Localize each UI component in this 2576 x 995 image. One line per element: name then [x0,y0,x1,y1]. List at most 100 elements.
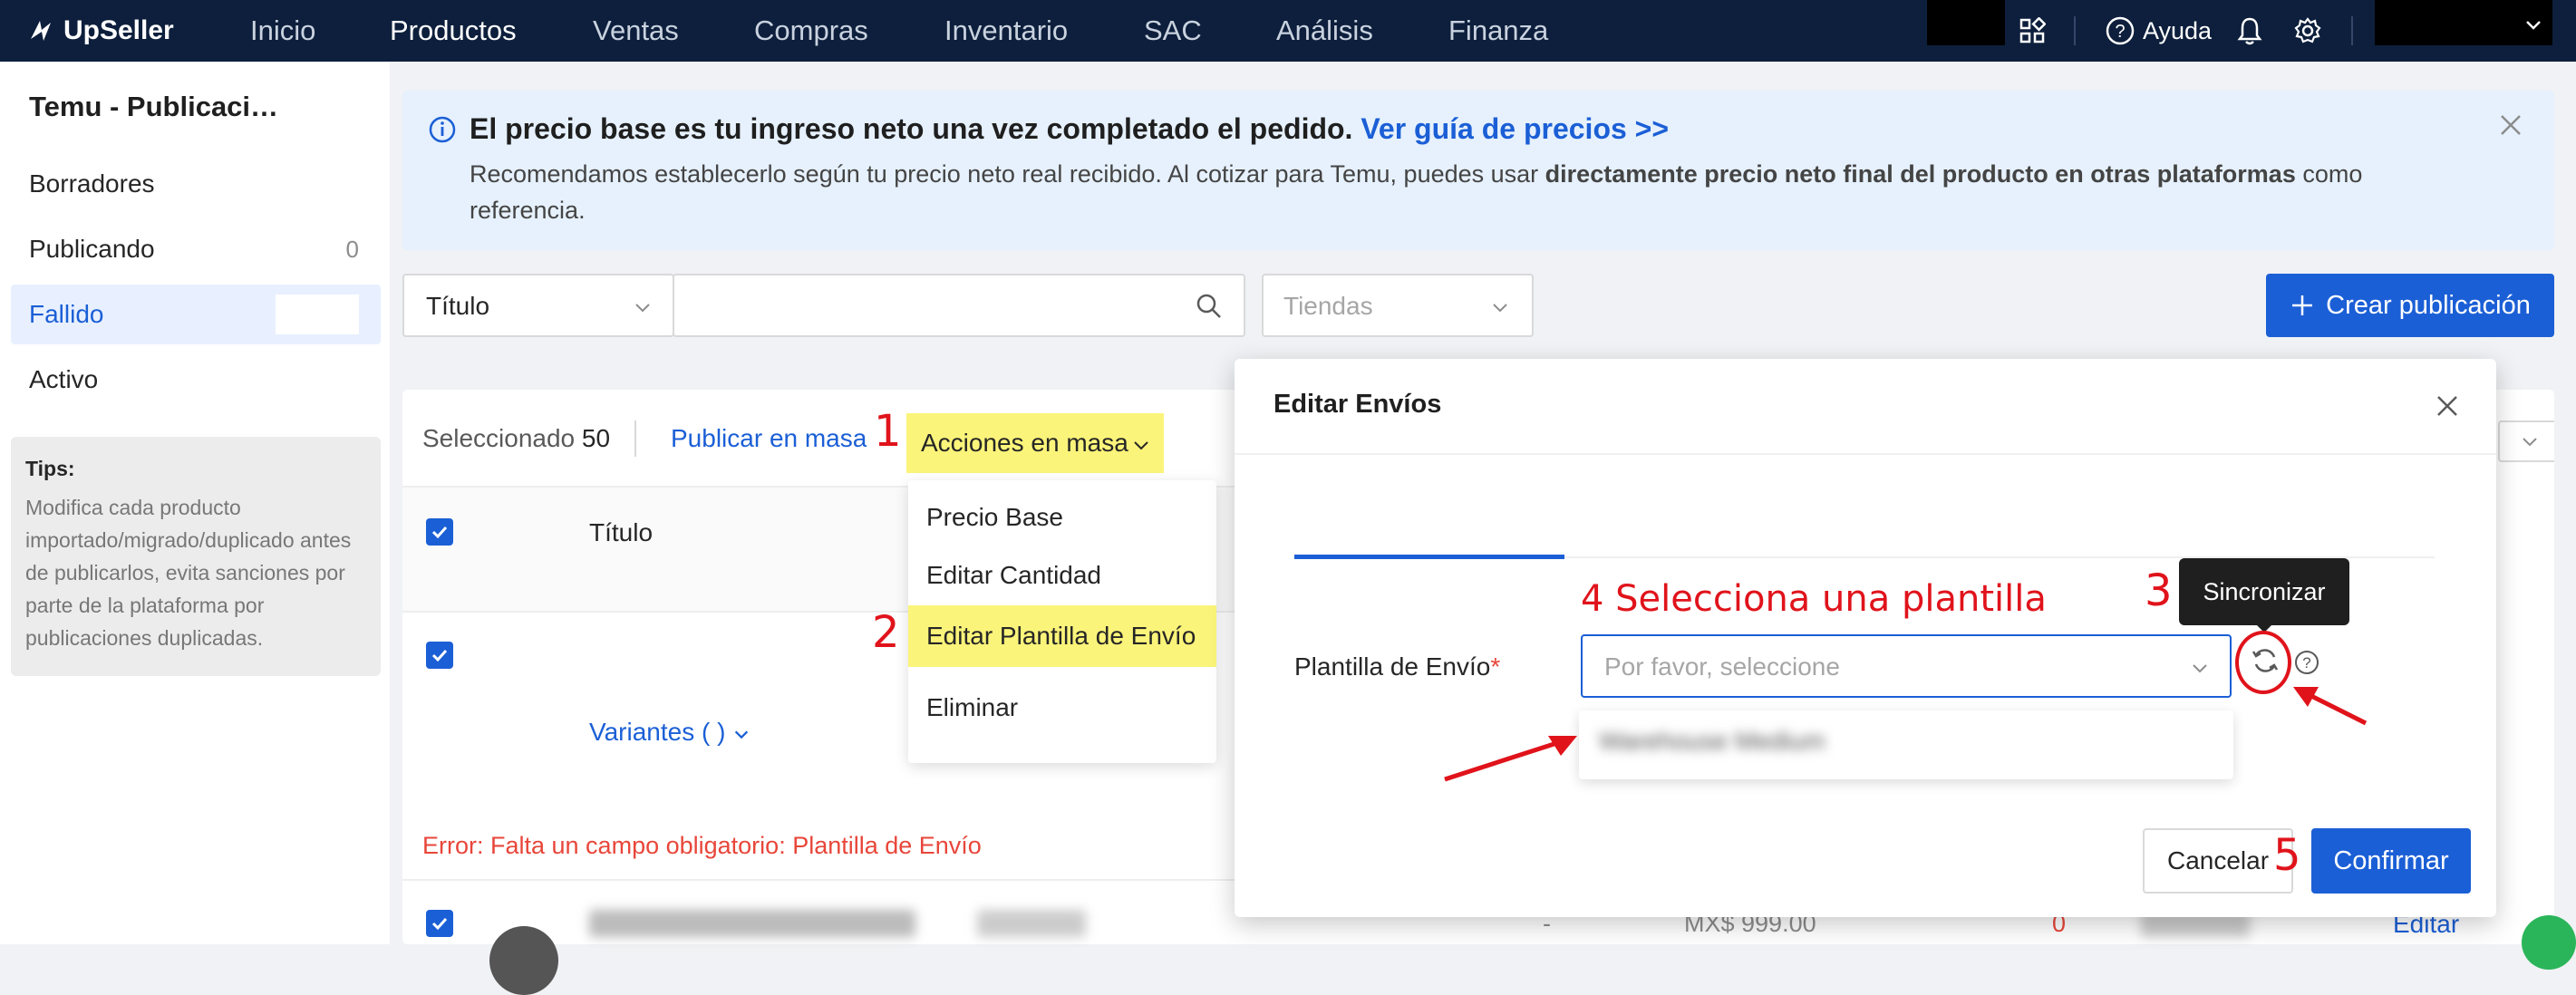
annotation-step-2: 2 [872,607,900,658]
sidebar-item-borradores[interactable]: Borradores [11,154,381,214]
search-icon[interactable] [1195,292,1224,321]
apps-grid-icon[interactable] [2014,13,2050,49]
check-icon [431,526,448,539]
nav-inventario[interactable]: Inventario [944,11,1068,51]
product-sku-blurred [977,910,1086,937]
nav-sac[interactable]: SAC [1144,11,1202,51]
gear-icon[interactable] [2290,13,2326,49]
menu-item-label: Eliminar [926,693,1019,721]
sidebar-item-label: Borradores [29,169,155,198]
nav-finanza[interactable]: Finanza [1448,11,1548,51]
annotation-step-5: 5 [2273,830,2301,881]
sidebar-item-count: 0 [345,236,359,263]
store-select[interactable]: Tiendas [1262,274,1534,337]
check-icon [431,917,448,931]
column-settings-select[interactable] [2498,420,2554,462]
sync-tooltip: Sincronizar [2179,558,2349,625]
chevron-down-icon [2526,21,2541,30]
sidebar-item-count [321,169,359,198]
sidebar-title: Temu - Publicaci… [29,91,279,122]
shipping-template-option[interactable]: Warehouse Medium [1599,727,1825,756]
svg-text:?: ? [2302,654,2310,671]
selected-count: 50 [581,424,611,452]
create-listing-label: Crear publicación [2326,290,2531,320]
toolbar-separator [634,420,636,457]
sidebar-item-label: Publicando [29,235,155,263]
banner-text-prefix: Recomendamos establecerlo según tu preci… [470,160,1545,188]
bulk-actions-label: Acciones en masa [921,429,1128,457]
cancel-button[interactable]: Cancelar [2143,828,2293,894]
check-icon [431,649,448,662]
banner-title-text: El precio base es tu ingreso neto una ve… [470,112,1353,145]
annotation-step-1: 1 [874,406,902,457]
selected-summary: Seleccionado 50 [422,424,610,453]
tips-text: Modifica cada producto importado/migrado… [25,496,352,650]
select-all-checkbox[interactable] [426,518,453,546]
chevron-down-icon [2193,664,2207,673]
nav-separator [2351,16,2353,45]
row-checkbox[interactable] [426,910,453,937]
svg-text:?: ? [2115,22,2125,42]
nav-ventas[interactable]: Ventas [593,11,679,51]
close-icon[interactable] [2498,112,2523,138]
sidebar-item-fallido[interactable]: Fallido [11,285,381,344]
brand-logo[interactable]: UpSeller [25,11,174,51]
sidebar-item-label: Fallido [29,300,104,328]
sidebar-item-label: Activo [29,365,99,393]
shipping-template-label: Plantilla de Envío* [1294,652,1500,681]
menu-item-precio-base[interactable]: Precio Base [908,489,1216,546]
close-icon[interactable] [2435,393,2460,419]
nav-productos[interactable]: Productos [390,11,517,51]
sidebar-item-activo[interactable]: Activo [11,350,381,410]
bulk-publish-link[interactable]: Publicar en masa [671,424,867,453]
store-select-placeholder: Tiendas [1283,292,1373,320]
search-input[interactable] [673,274,1245,337]
brand-name: UpSeller [63,15,174,45]
menu-item-eliminar[interactable]: Eliminar [908,680,1216,736]
chevron-down-icon [2523,438,2537,447]
chevron-down-icon [1493,304,1507,313]
dialog-title: Editar Envíos [1273,390,1442,419]
error-message: Error: Falta un campo obligatorio: Plant… [422,832,982,859]
tips-title: Tips: [25,457,75,480]
row-checkbox[interactable] [426,642,453,669]
menu-item-label: Editar Cantidad [926,561,1102,589]
selected-label: Seleccionado [422,424,576,452]
shipping-template-select[interactable]: Por favor, seleccione [1581,634,2232,698]
required-mark: * [1490,652,1501,681]
create-listing-button[interactable]: Crear publicación [2266,274,2554,337]
menu-item-label: Editar Plantilla de Envío [926,622,1196,650]
annotation-arrow-left [1444,736,1577,782]
pricing-guide-link[interactable]: Ver guía de precios >> [1361,112,1669,145]
field-label-text: Plantilla de Envío [1294,652,1491,681]
nav-separator [2074,16,2076,45]
tab-active-indicator[interactable] [1294,555,1564,559]
bell-icon[interactable] [2232,13,2268,49]
redacted-box [1927,0,2005,45]
annotation-step-3: 3 [2145,565,2173,616]
menu-item-editar-plantilla-envio[interactable]: Editar Plantilla de Envío [908,605,1216,667]
search-field-select[interactable]: Título [402,274,674,337]
search-field-value: Título [426,292,490,320]
menu-item-editar-cantidad[interactable]: Editar Cantidad [908,547,1216,604]
shipping-template-placeholder: Por favor, seleccione [1604,652,1840,681]
confirm-button[interactable]: Confirmar [2311,828,2471,894]
upseller-logo-icon [31,21,51,41]
nav-compras[interactable]: Compras [754,11,868,51]
variants-toggle[interactable]: Variantes ( ) [589,718,751,747]
sidebar-item-count [276,295,359,334]
help-link[interactable]: ? Ayuda [2105,13,2212,49]
column-title: Título [589,518,654,546]
question-circle-icon[interactable]: ? [2293,649,2320,676]
chevron-down-icon [735,730,749,739]
row-divider [402,879,1236,881]
banner-title: El precio base es tu ingreso neto una ve… [470,112,1669,146]
help-label: Ayuda [2143,16,2213,44]
nav-analisis[interactable]: Análisis [1276,11,1373,51]
chat-bubble[interactable] [2522,915,2576,970]
nav-inicio[interactable]: Inicio [250,11,315,51]
account-menu-redacted[interactable] [2375,0,2552,45]
question-circle-icon: ? [2106,16,2135,45]
bulk-actions-dropdown[interactable]: Acciones en masa [906,413,1164,473]
sidebar-item-publicando[interactable]: Publicando 0 [11,219,381,279]
